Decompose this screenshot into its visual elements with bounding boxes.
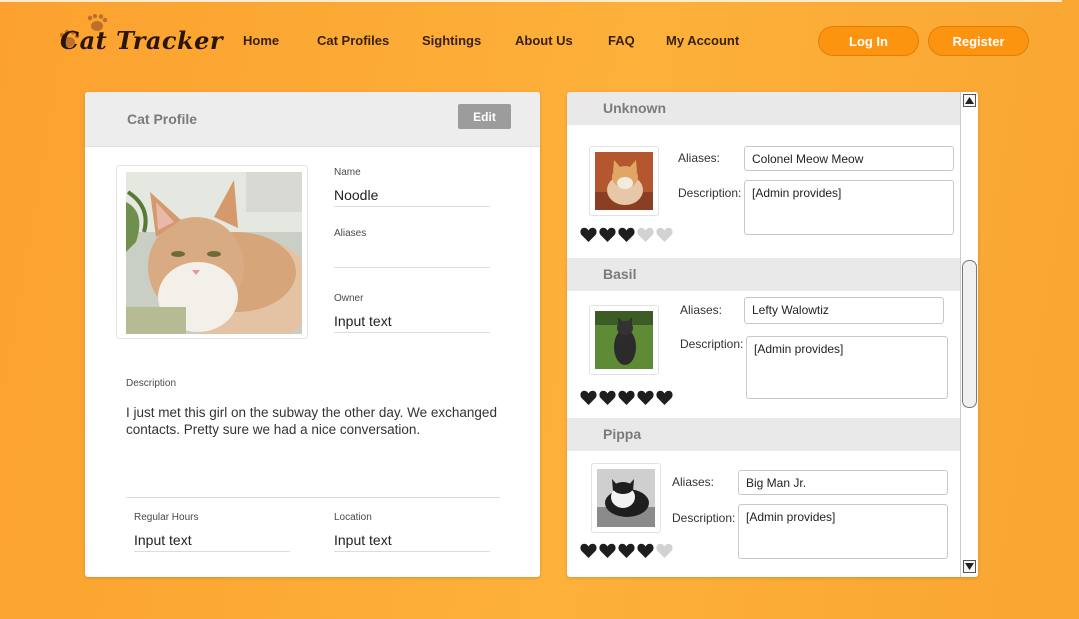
nav-faq[interactable]: FAQ bbox=[608, 33, 635, 48]
cat-photo bbox=[126, 172, 302, 334]
location-field[interactable]: Input text bbox=[334, 532, 490, 552]
nav-sightings[interactable]: Sightings bbox=[422, 33, 481, 48]
section-divider bbox=[126, 497, 500, 498]
heart-filled-icon bbox=[599, 543, 616, 558]
cat-name: Unknown bbox=[603, 100, 666, 116]
heart-empty-icon bbox=[656, 543, 673, 558]
aliases-input[interactable]: Big Man Jr. bbox=[738, 470, 948, 495]
aliases-input[interactable]: Colonel Meow Meow bbox=[744, 146, 954, 171]
heart-filled-icon bbox=[618, 227, 635, 242]
heart-filled-icon bbox=[580, 543, 597, 558]
cat-thumbnail bbox=[595, 311, 653, 369]
aliases-label: Aliases: bbox=[678, 151, 721, 165]
list-item-header[interactable]: Pippa bbox=[567, 418, 960, 451]
name-label: Name bbox=[334, 167, 361, 178]
cat-thumbnail bbox=[595, 152, 653, 210]
aliases-label: Aliases bbox=[334, 228, 367, 239]
rating-hearts bbox=[580, 390, 673, 405]
nav-about-us[interactable]: About Us bbox=[515, 33, 573, 48]
logo[interactable]: Cat Tracker bbox=[57, 14, 223, 60]
nav-home[interactable]: Home bbox=[243, 33, 279, 48]
heart-empty-icon bbox=[637, 227, 654, 242]
cat-thumbnail-frame[interactable] bbox=[589, 305, 659, 375]
edit-button[interactable]: Edit bbox=[458, 104, 511, 129]
owner-field[interactable]: Input text bbox=[334, 313, 490, 333]
description-text[interactable]: I just met this girl on the subway the o… bbox=[126, 404, 506, 438]
scrollbar[interactable] bbox=[960, 92, 978, 577]
heart-filled-icon bbox=[656, 390, 673, 405]
heart-filled-icon bbox=[618, 390, 635, 405]
heart-filled-icon bbox=[618, 543, 635, 558]
scroll-up-arrow-icon[interactable] bbox=[963, 94, 976, 107]
aliases-input[interactable]: Lefty Walowtiz bbox=[744, 297, 944, 324]
sightings-panel: Unknown Aliases: Colonel Meow Meow Descr… bbox=[567, 92, 978, 577]
owner-label: Owner bbox=[334, 293, 364, 304]
list-item-header[interactable]: Basil bbox=[567, 258, 960, 291]
rating-hearts bbox=[580, 543, 673, 558]
heart-filled-icon bbox=[580, 390, 597, 405]
description-input[interactable]: [Admin provides] bbox=[746, 336, 948, 399]
cat-thumbnail bbox=[597, 469, 655, 527]
login-button[interactable]: Log In bbox=[818, 26, 919, 56]
cat-name: Pippa bbox=[603, 426, 642, 442]
heart-filled-icon bbox=[580, 227, 597, 242]
profile-title: Cat Profile bbox=[127, 111, 198, 127]
cat-name: Basil bbox=[603, 266, 637, 282]
heart-filled-icon bbox=[637, 543, 654, 558]
aliases-field[interactable] bbox=[334, 247, 490, 268]
top-border-line bbox=[0, 0, 1062, 2]
scrollbar-thumb[interactable] bbox=[962, 260, 977, 408]
cat-profile-card: Cat Profile Edit Name Noodle Aliases Own… bbox=[85, 92, 540, 577]
list-item-header[interactable]: Unknown bbox=[567, 92, 960, 125]
heart-filled-icon bbox=[599, 390, 616, 405]
rating-hearts bbox=[580, 227, 673, 242]
aliases-label: Aliases: bbox=[672, 475, 715, 489]
sightings-list[interactable]: Unknown Aliases: Colonel Meow Meow Descr… bbox=[567, 92, 960, 577]
description-input[interactable]: [Admin provides] bbox=[738, 504, 948, 559]
location-label: Location bbox=[334, 512, 372, 523]
nav-cat-profiles[interactable]: Cat Profiles bbox=[317, 33, 389, 48]
scroll-down-arrow-icon[interactable] bbox=[963, 560, 976, 573]
description-label: Description: bbox=[678, 186, 742, 200]
description-input[interactable]: [Admin provides] bbox=[744, 180, 954, 235]
heart-filled-icon bbox=[599, 227, 616, 242]
description-label: Description: bbox=[672, 511, 736, 525]
regular-hours-label: Regular Hours bbox=[134, 512, 199, 523]
cat-thumbnail-frame[interactable] bbox=[591, 463, 661, 533]
aliases-label: Aliases: bbox=[680, 303, 723, 317]
register-button[interactable]: Register bbox=[928, 26, 1029, 56]
regular-hours-field[interactable]: Input text bbox=[134, 532, 290, 552]
description-label: Description: bbox=[680, 337, 744, 351]
cat-thumbnail-frame[interactable] bbox=[589, 146, 659, 216]
profile-photo-frame bbox=[116, 165, 308, 339]
brand-name: Cat Tracker bbox=[60, 26, 224, 55]
profile-header: Cat Profile Edit bbox=[85, 92, 540, 147]
description-label: Description bbox=[126, 378, 177, 389]
heart-filled-icon bbox=[637, 390, 654, 405]
name-field[interactable]: Noodle bbox=[334, 187, 490, 207]
heart-empty-icon bbox=[656, 227, 673, 242]
nav-my-account[interactable]: My Account bbox=[666, 33, 739, 48]
